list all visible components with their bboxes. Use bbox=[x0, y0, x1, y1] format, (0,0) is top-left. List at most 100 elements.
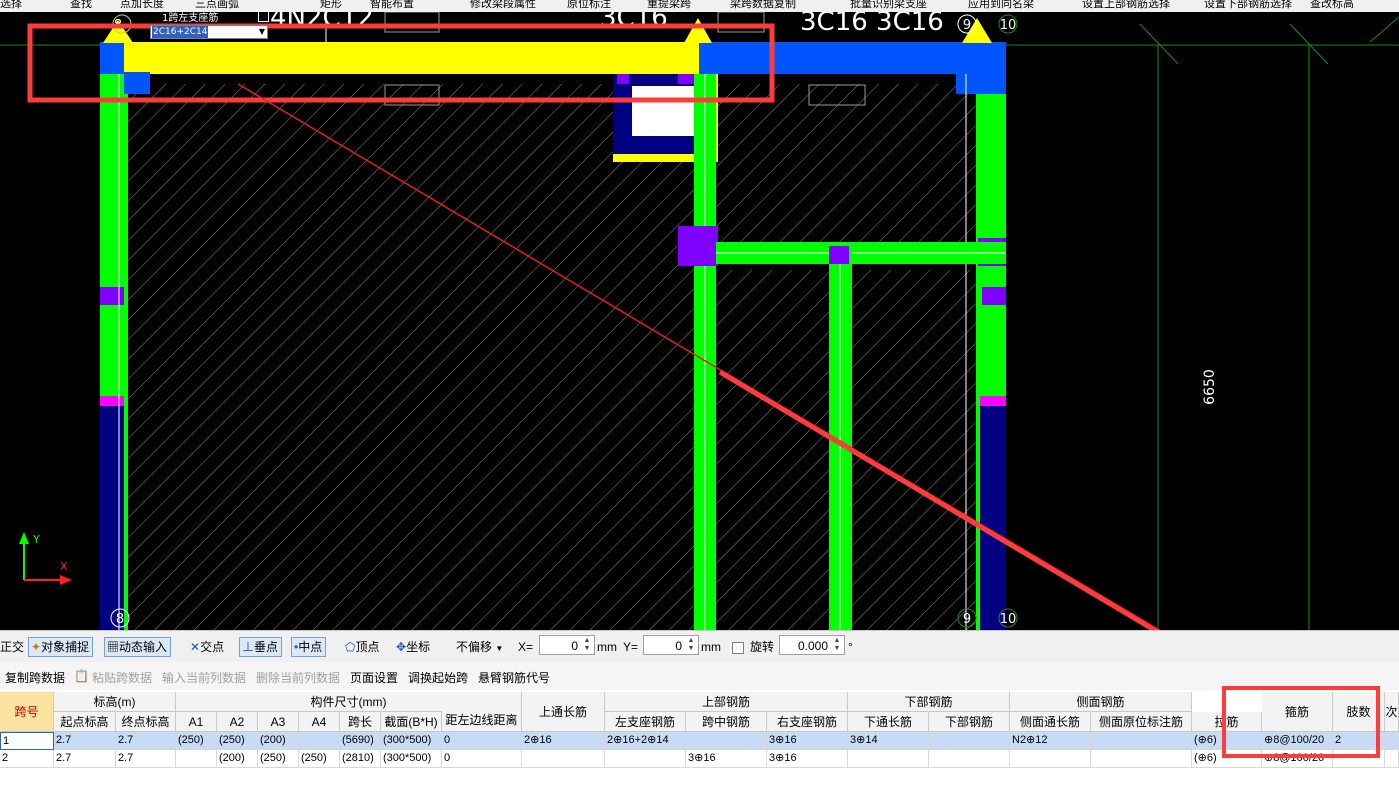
header-span-no[interactable]: 跨号 bbox=[0, 692, 54, 732]
header-edge-dist[interactable]: 距左边线距离 bbox=[442, 692, 522, 732]
dropdown-field[interactable]: 2C16+2C14 ▼ bbox=[150, 25, 268, 39]
table-cell-a3[interactable]: (200) bbox=[258, 732, 299, 750]
toolbar-item[interactable]: 选择 bbox=[0, 0, 22, 9]
table-cell-edge-dist[interactable]: 0 bbox=[442, 750, 522, 768]
table-cell-span-len[interactable]: (2810) bbox=[340, 750, 381, 768]
header-bottom-through[interactable]: 下通长筋 bbox=[848, 712, 929, 732]
dropdown-checkbox[interactable] bbox=[258, 12, 269, 22]
table-cell-span-no[interactable]: 2 bbox=[0, 750, 54, 768]
chevron-down-icon[interactable]: ▼ bbox=[259, 26, 265, 38]
copy-span-button[interactable]: 复制跨数据 bbox=[5, 669, 65, 686]
table-cell-side-through[interactable]: N2⊕12 bbox=[1010, 732, 1091, 750]
table-cell-a1[interactable] bbox=[176, 750, 217, 768]
table-cell-start-elev[interactable]: 2.7 bbox=[54, 750, 116, 768]
table-cell-end-elev[interactable]: 2.7 bbox=[116, 750, 176, 768]
table-cell-a1[interactable]: (250) bbox=[176, 732, 217, 750]
vertex-snap[interactable]: ⬠顶点 bbox=[345, 637, 379, 657]
toolbar-item[interactable]: 批量识别梁支座 bbox=[850, 0, 927, 9]
table-cell-bottom-through[interactable] bbox=[848, 750, 929, 768]
ortho-toggle[interactable]: 正交 bbox=[0, 637, 24, 657]
x-spinner[interactable]: ▲ ▼ bbox=[581, 637, 593, 653]
table-cell-start-elev[interactable]: 2.7 bbox=[54, 732, 116, 750]
table-cell-bottom-through[interactable]: 3⊕14 bbox=[848, 732, 929, 750]
table-cell-bottom-rebar[interactable] bbox=[929, 732, 1010, 750]
coordinate-snap[interactable]: ✥坐标 bbox=[396, 637, 430, 657]
header-next[interactable]: 次 bbox=[1385, 692, 1399, 732]
header-a4[interactable]: A4 bbox=[299, 712, 340, 732]
left-beam[interactable] bbox=[100, 42, 128, 630]
header-a2[interactable]: A2 bbox=[217, 712, 258, 732]
table-cell-bottom-rebar[interactable] bbox=[929, 750, 1010, 768]
table-cell-left-support[interactable] bbox=[605, 750, 686, 768]
toolbar-item[interactable]: 应用到同名梁 bbox=[968, 0, 1034, 9]
header-left-support[interactable]: 左支座钢筋 bbox=[605, 712, 686, 732]
support-rebar-dropdown[interactable]: 1跨左支座筋 2C16+2C14 ▼ bbox=[150, 12, 270, 39]
cantilever-code-button[interactable]: 悬臂钢筋代号 bbox=[478, 669, 550, 686]
toolbar-item[interactable]: 设置下部钢筋选择 bbox=[1204, 0, 1292, 9]
dynamic-input-toggle[interactable]: ▦动态输入 bbox=[104, 637, 172, 657]
table-cell-side-through[interactable] bbox=[1010, 750, 1091, 768]
rotate-checkbox[interactable] bbox=[732, 642, 744, 654]
table-cell-end-elev[interactable]: 2.7 bbox=[116, 732, 176, 750]
y-spinner[interactable]: ▲ ▼ bbox=[685, 637, 697, 653]
header-top-through[interactable]: 上通长筋 bbox=[522, 692, 605, 732]
y-coordinate-input[interactable]: 0 ▲ ▼ bbox=[643, 635, 699, 655]
table-cell-a3[interactable]: (250) bbox=[258, 750, 299, 768]
intersection-snap[interactable]: ✕交点 bbox=[190, 637, 224, 657]
table-cell-edge-dist[interactable]: 0 bbox=[442, 732, 522, 750]
table-cell-side-orig[interactable] bbox=[1091, 750, 1192, 768]
header-side-orig[interactable]: 侧面原位标注筋 bbox=[1091, 712, 1192, 732]
table-cell-a2[interactable]: (200) bbox=[217, 750, 258, 768]
table-cell-mid-span[interactable]: 3⊕16 bbox=[686, 750, 767, 768]
table-cell-section[interactable]: (300*500) bbox=[381, 750, 442, 768]
header-mid-span[interactable]: 跨中钢筋 bbox=[686, 712, 767, 732]
toolbar-item[interactable]: 矩形 bbox=[320, 0, 342, 9]
toolbar-item[interactable]: 梁跨数据复制 bbox=[730, 0, 796, 9]
toolbar-item[interactable]: 查改标高 bbox=[1310, 0, 1354, 9]
header-start-elev[interactable]: 起点标高 bbox=[54, 712, 116, 732]
rotate-spinner[interactable]: ▲ ▼ bbox=[831, 637, 843, 653]
table-cell-next[interactable] bbox=[1385, 750, 1399, 768]
toolbar-item[interactable]: 智能布置 bbox=[370, 0, 414, 9]
paste-span-button[interactable]: 粘贴跨数据 bbox=[92, 669, 152, 686]
toolbar-item[interactable]: 设置上部钢筋选择 bbox=[1082, 0, 1170, 9]
table-cell-a4[interactable]: (250) bbox=[299, 750, 340, 768]
table-cell-right-support[interactable]: 3⊕16 bbox=[767, 750, 848, 768]
header-right-support[interactable]: 右支座钢筋 bbox=[767, 712, 848, 732]
toolbar-item[interactable]: 修改梁段属性 bbox=[470, 0, 536, 9]
input-column-button[interactable]: 输入当前列数据 bbox=[162, 669, 246, 686]
header-section[interactable]: 截面(B*H) bbox=[381, 712, 442, 732]
toolbar-item[interactable]: 查找 bbox=[70, 0, 92, 9]
table-cell-top-through[interactable]: 2⊕16 bbox=[522, 732, 605, 750]
swap-start-span-button[interactable]: 调换起始跨 bbox=[408, 669, 468, 686]
header-span-len[interactable]: 跨长 bbox=[340, 712, 381, 732]
offset-select[interactable]: 不偏移 ▼ bbox=[456, 637, 503, 657]
table-cell-top-through[interactable] bbox=[522, 750, 605, 768]
header-end-elev[interactable]: 终点标高 bbox=[116, 712, 176, 732]
table-cell-mid-span[interactable] bbox=[686, 732, 767, 750]
table-cell-section[interactable]: (300*500) bbox=[381, 732, 442, 750]
table-cell-right-support[interactable]: 3⊕16 bbox=[767, 732, 848, 750]
toolbar-item[interactable]: 三点画弧 bbox=[195, 0, 239, 9]
table-cell-a2[interactable]: (250) bbox=[217, 732, 258, 750]
header-a3[interactable]: A3 bbox=[258, 712, 299, 732]
toolbar-item[interactable]: 重提梁跨 bbox=[647, 0, 691, 9]
toolbar-item[interactable]: 原位标注 bbox=[567, 0, 611, 9]
table-cell-next[interactable] bbox=[1385, 732, 1399, 750]
midpoint-snap[interactable]: •中点 bbox=[291, 637, 327, 657]
x-coordinate-input[interactable]: 0 ▲ ▼ bbox=[539, 635, 595, 655]
page-setup-button[interactable]: 页面设置 bbox=[350, 669, 398, 686]
object-snap-toggle[interactable]: ✦对象捕捉 bbox=[28, 637, 94, 657]
rotate-angle-input[interactable]: 0.000 ▲ ▼ bbox=[779, 635, 845, 655]
header-a1[interactable]: A1 bbox=[176, 712, 217, 732]
table-cell-a4[interactable] bbox=[299, 732, 340, 750]
header-bottom-rebar[interactable]: 下部钢筋 bbox=[929, 712, 1010, 732]
table-cell-span-len[interactable]: (5690) bbox=[340, 732, 381, 750]
toolbar-item[interactable]: 点加长度 bbox=[120, 0, 164, 9]
table-cell-side-orig[interactable] bbox=[1091, 732, 1192, 750]
header-side-through[interactable]: 侧面通长筋 bbox=[1010, 712, 1091, 732]
table-cell-left-support[interactable]: 2⊕16+2⊕14 bbox=[605, 732, 686, 750]
perpendicular-snap[interactable]: ⊥垂点 bbox=[239, 637, 283, 657]
table-cell-span-no[interactable]: 1 bbox=[0, 732, 54, 750]
delete-column-button[interactable]: 删除当前列数据 bbox=[256, 669, 340, 686]
